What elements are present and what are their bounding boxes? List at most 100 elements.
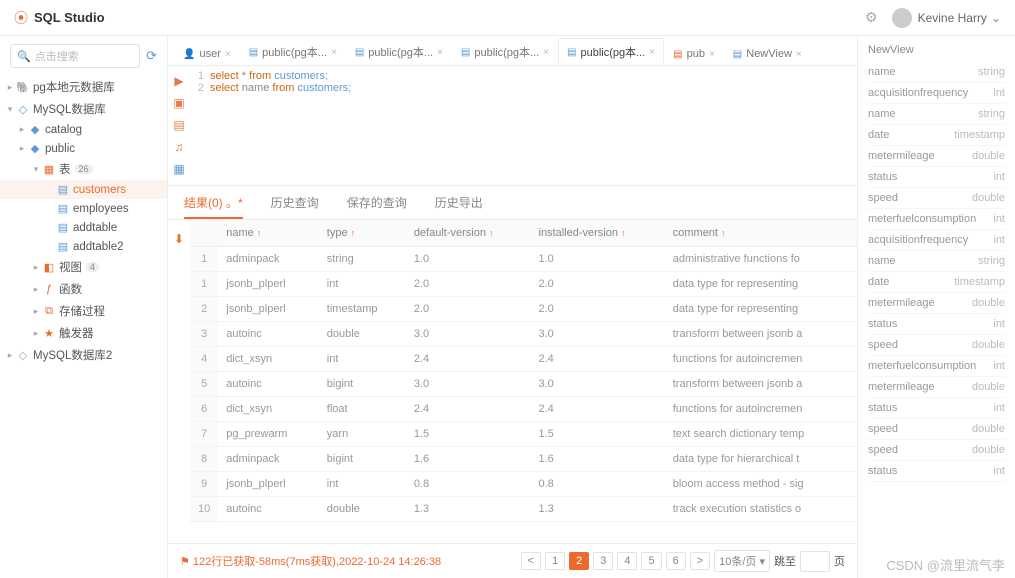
close-icon[interactable]: × xyxy=(331,47,337,58)
table-row[interactable]: 6dict_xsynfloat2.42.4functions for autoi… xyxy=(190,397,857,422)
editor-tab[interactable]: ▤NewView× xyxy=(724,42,811,65)
page-num[interactable]: 6 xyxy=(666,552,686,570)
username[interactable]: Kevine Harry xyxy=(918,11,987,25)
app-logo-icon: ⦿ xyxy=(14,8,28,28)
col-default-version[interactable]: default-version↑ xyxy=(406,220,531,247)
tree-node[interactable]: ▤addtable2 xyxy=(0,237,167,256)
page-jump-input[interactable] xyxy=(800,551,830,572)
music-icon[interactable]: ♫ xyxy=(175,140,184,154)
editor-tab[interactable]: ▤public(pg本...× xyxy=(558,38,664,65)
table-row[interactable]: 7pg_prewarmyarn1.51.5text search diction… xyxy=(190,422,857,447)
status-text: 122行已获取-58ms(7ms获取),2022-10-24 14:26:38 xyxy=(193,553,441,569)
tree-node[interactable]: ▸⧉存储过程 xyxy=(0,300,167,322)
stop-icon[interactable]: ▣ xyxy=(173,96,184,110)
table-row[interactable]: 9jsonb_plperlint0.80.8bloom access metho… xyxy=(190,472,857,497)
property-row: namestring xyxy=(868,62,1005,83)
tab-history-query[interactable]: 历史查询 xyxy=(271,194,319,219)
run-icon[interactable]: ▶ xyxy=(174,74,183,88)
property-row: speeddouble xyxy=(868,188,1005,209)
property-row: statusint xyxy=(868,314,1005,335)
page-num[interactable]: 3 xyxy=(593,552,613,570)
watermark: CSDN @流里流气李 xyxy=(886,555,1005,574)
property-row: statusint xyxy=(868,461,1005,482)
table-row[interactable]: 10autoincdouble1.31.3track execution sta… xyxy=(190,497,857,522)
property-row: statusint xyxy=(868,167,1005,188)
tree-node[interactable]: ▾▦表26 xyxy=(0,158,167,180)
search-placeholder: 点击搜索 xyxy=(35,48,79,64)
close-icon[interactable]: × xyxy=(709,49,715,60)
save-icon[interactable]: ▤ xyxy=(173,118,184,132)
table-row[interactable]: 2jsonb_plperltimestamp2.02.0data type fo… xyxy=(190,297,857,322)
close-icon[interactable]: × xyxy=(437,47,443,58)
tree-node[interactable]: ▸★触发器 xyxy=(0,322,167,344)
tree-node[interactable]: ▸◆catalog xyxy=(0,120,167,139)
list-icon[interactable]: ▦ xyxy=(173,162,184,176)
property-row: speeddouble xyxy=(868,335,1005,356)
col-installed-version[interactable]: installed-version↑ xyxy=(531,220,665,247)
property-row: datetimestamp xyxy=(868,272,1005,293)
editor-tab[interactable]: ▤public(pg本...× xyxy=(240,38,346,65)
editor-tab[interactable]: 👤user× xyxy=(174,42,240,65)
close-icon[interactable]: × xyxy=(225,49,231,60)
editor-tab[interactable]: ▤public(pg本...× xyxy=(452,38,558,65)
chevron-down-icon[interactable]: ⌄ xyxy=(991,11,1001,25)
close-icon[interactable]: × xyxy=(649,47,655,58)
property-row: speeddouble xyxy=(868,419,1005,440)
property-row: acquisitionfrequencyint xyxy=(868,83,1005,104)
tree-node[interactable]: ▸◇MySQL数据库2 xyxy=(0,344,167,366)
page-size-select[interactable]: 10条/页 ▾ xyxy=(714,550,770,572)
tab-saved-query[interactable]: 保存的查询 xyxy=(347,194,407,219)
col-type[interactable]: type↑ xyxy=(319,220,406,247)
tree-node[interactable]: ▸🐘pg本地元数据库 xyxy=(0,76,167,98)
page-num[interactable]: 5 xyxy=(641,552,661,570)
table-row[interactable]: 1jsonb_plperlint2.02.0data type for repr… xyxy=(190,272,857,297)
tree-node[interactable]: ▤employees xyxy=(0,199,167,218)
page-num[interactable]: 1 xyxy=(545,552,565,570)
line-num: 1 xyxy=(190,70,204,82)
table-row[interactable]: 8adminpackbigint1.61.6data type for hier… xyxy=(190,447,857,472)
page-prev[interactable]: < xyxy=(521,552,541,570)
page-num[interactable]: 4 xyxy=(617,552,637,570)
tab-history-export[interactable]: 历史导出 xyxy=(435,194,483,219)
avatar[interactable] xyxy=(892,8,912,28)
download-icon[interactable]: ⬇ xyxy=(174,232,184,543)
property-row: namestring xyxy=(868,251,1005,272)
editor-tabs: 👤user×▤public(pg本...×▤public(pg本...×▤pub… xyxy=(168,36,857,66)
tree-node[interactable]: ▸ƒ函数 xyxy=(0,278,167,300)
close-icon[interactable]: × xyxy=(543,47,549,58)
tree-node[interactable]: ▾◇MySQL数据库 xyxy=(0,98,167,120)
table-row[interactable]: 5autoincbigint3.03.0transform between js… xyxy=(190,372,857,397)
sidebar: 🔍 点击搜索 ⟳ ▸🐘pg本地元数据库▾◇MySQL数据库▸◆catalog▸◆… xyxy=(0,36,168,578)
tree-node[interactable]: ▸◆public xyxy=(0,139,167,158)
line-num: 2 xyxy=(190,82,204,94)
property-row: metermileagedouble xyxy=(868,293,1005,314)
sql-editor: ▶ ▣ ▤ ♫ ▦ 12 select * from customers; se… xyxy=(168,66,857,186)
property-row: metermileagedouble xyxy=(868,146,1005,167)
search-input[interactable]: 🔍 点击搜索 xyxy=(10,44,140,68)
search-icon: 🔍 xyxy=(17,50,31,63)
app-title: SQL Studio xyxy=(34,10,105,25)
flag-icon: ⚑ xyxy=(180,555,190,568)
editor-tab[interactable]: ▤pub× xyxy=(664,42,724,65)
page-next[interactable]: > xyxy=(690,552,710,570)
settings-gear-icon[interactable]: ⚙ xyxy=(865,9,878,26)
col-comment[interactable]: comment↑ xyxy=(665,220,857,247)
db-tree: ▸🐘pg本地元数据库▾◇MySQL数据库▸◆catalog▸◆public▾▦表… xyxy=(0,76,167,366)
code-area[interactable]: 12 select * from customers; select name … xyxy=(190,66,857,185)
tab-results[interactable]: 结果(0) 。* xyxy=(184,194,243,219)
tree-node[interactable]: ▤customers xyxy=(0,180,167,199)
table-row[interactable]: 1adminpackstring1.01.0administrative fun… xyxy=(190,247,857,272)
property-row: datetimestamp xyxy=(868,125,1005,146)
editor-tab[interactable]: ▤public(pg本...× xyxy=(346,38,452,65)
table-row[interactable]: 3autoincdouble3.03.0transform between js… xyxy=(190,322,857,347)
tree-node[interactable]: ▤addtable xyxy=(0,218,167,237)
property-row: metermileagedouble xyxy=(868,377,1005,398)
tree-node[interactable]: ▸◧视图4 xyxy=(0,256,167,278)
close-icon[interactable]: × xyxy=(796,49,802,60)
col-name[interactable]: name↑ xyxy=(218,220,319,247)
page-num[interactable]: 2 xyxy=(569,552,589,570)
table-row[interactable]: 4dict_xsynint2.42.4functions for autoinc… xyxy=(190,347,857,372)
properties-panel: NewView namestringacquisitionfrequencyin… xyxy=(857,36,1015,578)
property-row: statusint xyxy=(868,398,1005,419)
refresh-icon[interactable]: ⟳ xyxy=(146,48,157,64)
